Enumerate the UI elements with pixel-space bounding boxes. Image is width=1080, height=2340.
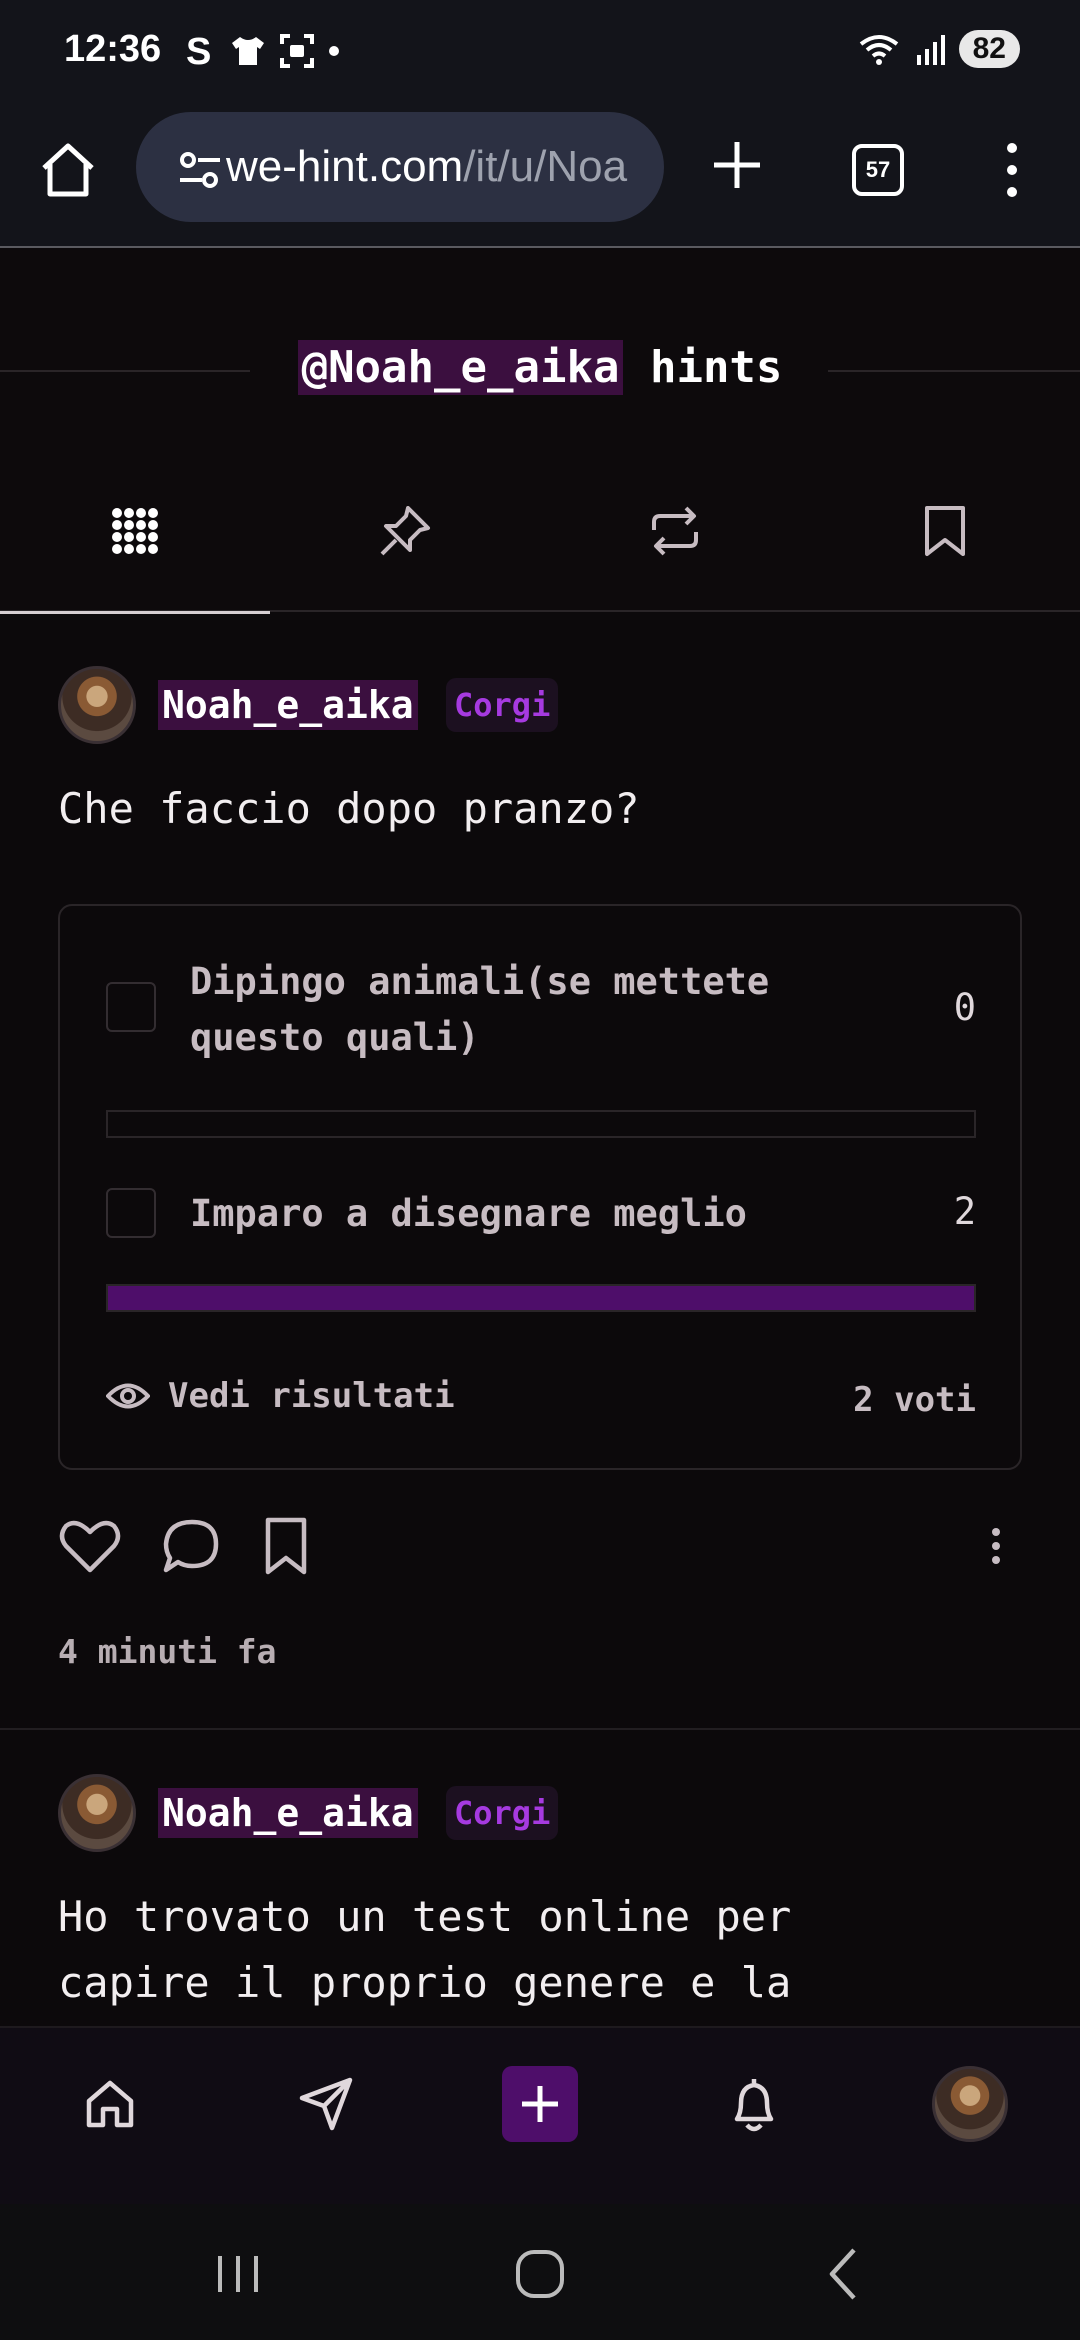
tab-switcher-button[interactable]: 57	[852, 144, 904, 196]
nav-new-hint[interactable]	[502, 2066, 578, 2142]
post-text-line: Ho trovato un test online per	[58, 1892, 792, 1941]
app-bottom-nav	[0, 2026, 1080, 2204]
post: Noah_e_aika Corgi Che faccio dopo pranzo…	[0, 610, 1080, 1758]
bell-icon	[734, 2079, 774, 2132]
post: Noah_e_aika Corgi Ho trovato un test onl…	[0, 1730, 1080, 2030]
heart-icon[interactable]	[58, 1514, 122, 1578]
see-results-label: Vedi risultati	[168, 1376, 455, 1416]
post-more-icon[interactable]	[966, 1514, 1026, 1578]
poll-option-label[interactable]: Imparo a disegnare meglio	[190, 1186, 747, 1242]
poll-option-label-line: questo quali)	[190, 1016, 480, 1059]
signal-icon	[916, 35, 945, 65]
nav-profile-avatar[interactable]	[932, 2066, 1008, 2142]
new-tab-icon[interactable]	[710, 138, 764, 192]
post-username[interactable]: Noah_e_aika	[158, 680, 418, 730]
repost-icon	[652, 506, 698, 556]
poll-option-label[interactable]: Dipingo animali(se mettete questo quali)	[190, 954, 769, 1066]
eye-icon	[106, 1383, 150, 1409]
tab-all-hints[interactable]	[0, 450, 270, 614]
post-username[interactable]: Noah_e_aika	[158, 1788, 418, 1838]
poll: Dipingo animali(se mettete questo quali)…	[58, 904, 1022, 1470]
post-text-line: capire il proprio genere e la	[58, 1958, 792, 2007]
vote-count: 2 voti	[853, 1380, 976, 1420]
user-badge: Corgi	[446, 1786, 559, 1840]
poll-option-count: 2	[953, 1190, 976, 1233]
page-title: @Noah_e_aika hints	[0, 340, 1080, 395]
pin-icon	[380, 506, 430, 556]
shirt-icon	[232, 37, 264, 65]
system-nav-bar	[0, 2204, 1080, 2340]
url-text[interactable]: we-hint.com/it/u/Noa	[226, 142, 627, 192]
poll-option-label-line: Imparo a disegnare meglio	[190, 1192, 747, 1235]
site-settings-icon[interactable]	[178, 150, 222, 190]
screenshot-icon	[280, 34, 314, 68]
bookmark-icon[interactable]	[254, 1514, 318, 1578]
tab-reposts[interactable]	[540, 450, 810, 612]
avatar[interactable]	[58, 1774, 136, 1852]
poll-option-count: 0	[953, 986, 976, 1029]
s-app-icon: S	[186, 32, 211, 70]
tab-saved[interactable]	[810, 450, 1080, 612]
see-results-button[interactable]: Vedi risultati	[106, 1376, 455, 1416]
post-timestamp: 4 minuti fa	[58, 1632, 277, 1671]
home-icon	[86, 2080, 134, 2128]
home-icon[interactable]	[38, 140, 98, 200]
profile-header: @Noah_e_aika hints	[0, 250, 1080, 614]
profile-tabs	[0, 450, 1080, 614]
nav-messages[interactable]	[288, 2066, 364, 2142]
poll-bar-fill	[108, 1286, 974, 1310]
plus-icon	[522, 2086, 558, 2122]
post-text: Che faccio dopo pranzo?	[58, 784, 640, 833]
dot-icon	[329, 46, 339, 56]
poll-option-bar	[106, 1284, 976, 1312]
status-bar: 12:36 S 82	[0, 0, 1080, 110]
poll-option-bar	[106, 1110, 976, 1138]
status-notification-icons: S	[186, 32, 340, 70]
url-path: /it/u/Noa	[463, 142, 628, 191]
status-time: 12:36	[64, 28, 162, 70]
poll-option-checkbox[interactable]	[106, 982, 156, 1032]
poll-option-checkbox[interactable]	[106, 1188, 156, 1238]
user-badge: Corgi	[446, 678, 559, 732]
more-menu-icon[interactable]	[1000, 140, 1024, 200]
address-bar[interactable]: we-hint.com/it/u/Noa	[136, 112, 664, 222]
bookmark-icon	[925, 506, 965, 556]
nav-home[interactable]	[72, 2066, 148, 2142]
page-content: @Noah_e_aika hints Noah_e_aika Corgi Che…	[0, 250, 1080, 2030]
recent-apps-icon[interactable]	[198, 2234, 278, 2314]
grid-icon	[112, 508, 158, 554]
browser-toolbar: we-hint.com/it/u/Noa 57	[0, 110, 1080, 248]
status-system-icons: 82	[857, 30, 1020, 68]
avatar[interactable]	[58, 666, 136, 744]
wifi-icon	[859, 35, 898, 65]
svg-text:S: S	[186, 32, 211, 70]
profile-title-suffix: hints	[623, 342, 783, 393]
send-icon	[299, 2077, 353, 2131]
tab-pinned[interactable]	[270, 450, 540, 612]
comment-icon[interactable]	[160, 1514, 224, 1578]
nav-notifications[interactable]	[716, 2066, 792, 2142]
poll-option-label-line: Dipingo animali(se mettete	[190, 960, 770, 1003]
back-icon[interactable]	[804, 2234, 884, 2314]
battery-indicator: 82	[958, 30, 1020, 68]
profile-handle: @Noah_e_aika	[297, 340, 624, 395]
url-host: we-hint.com	[226, 142, 464, 191]
home-button-icon[interactable]	[500, 2234, 580, 2314]
